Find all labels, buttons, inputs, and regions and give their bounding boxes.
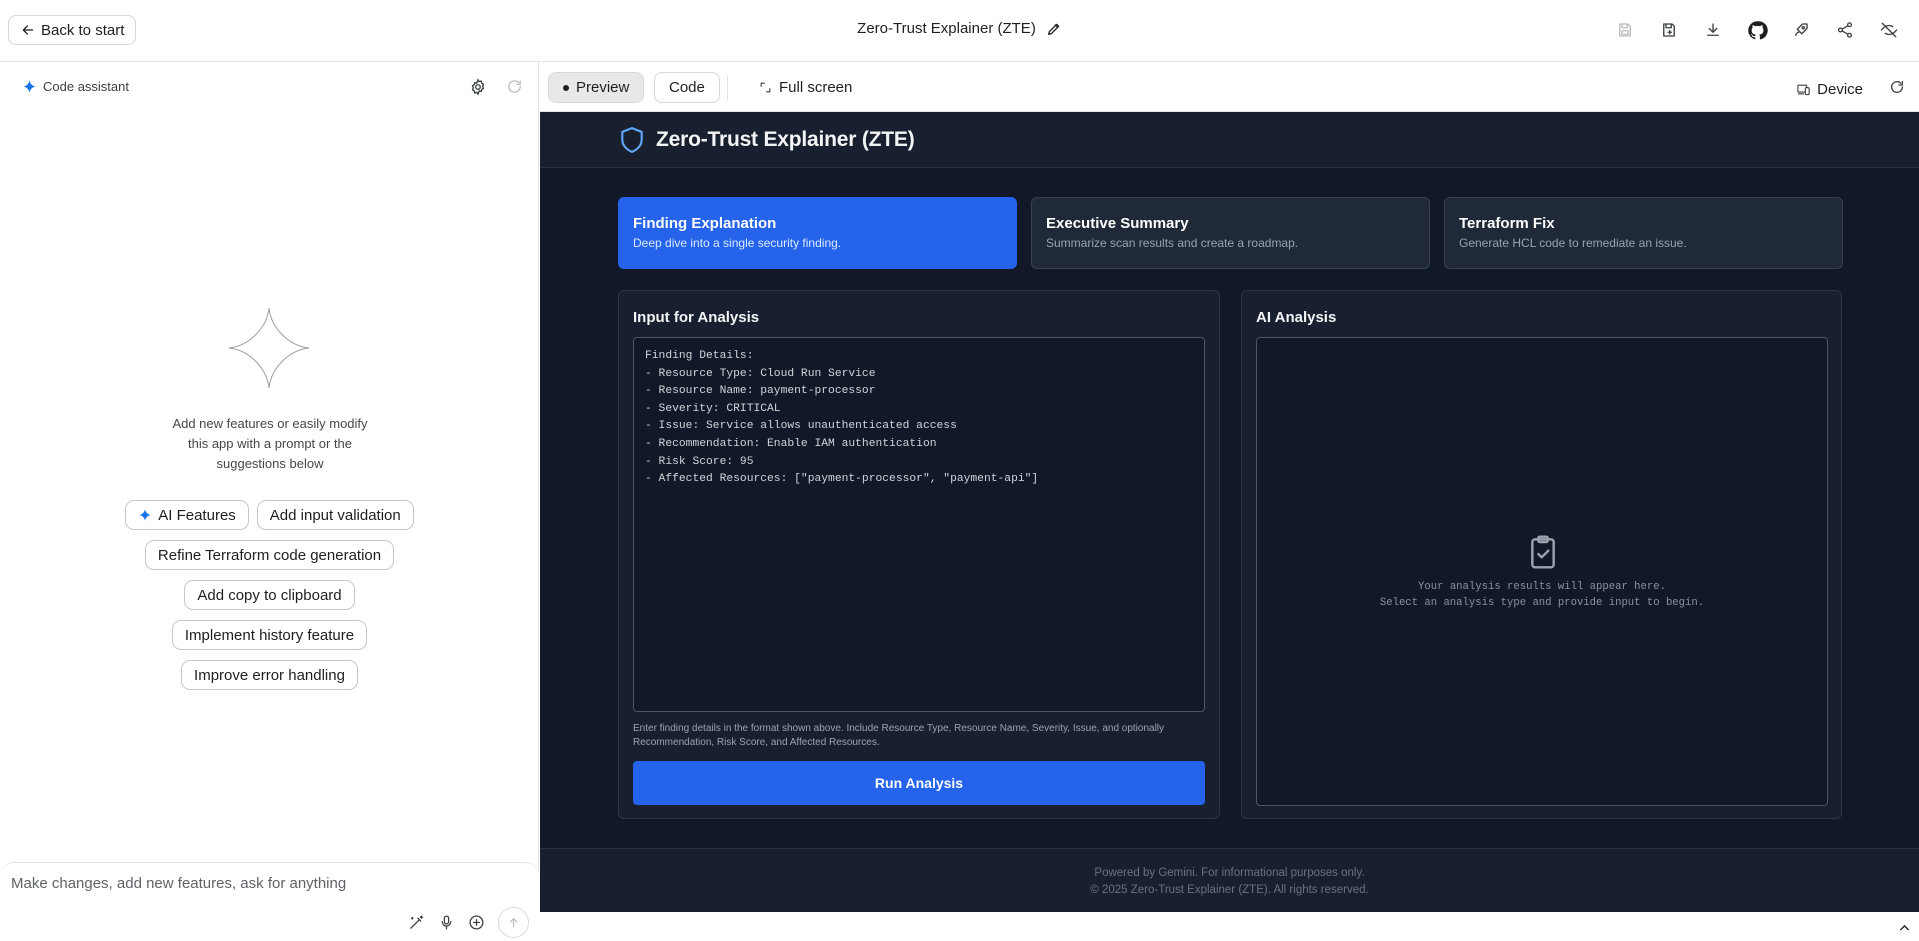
send-button[interactable]	[498, 907, 529, 938]
back-to-start-label: Back to start	[41, 21, 125, 39]
save-button[interactable]	[1603, 16, 1647, 44]
chip-label: AI Features	[158, 506, 236, 524]
prompt-composer	[0, 862, 539, 941]
full-screen-button[interactable]: Full screen	[745, 72, 866, 103]
refresh-icon[interactable]	[506, 78, 523, 95]
chip-implement-history[interactable]: Implement history feature	[171, 620, 368, 650]
assistant-title: Code assistant	[43, 79, 129, 94]
arrow-up-icon	[509, 917, 518, 928]
suggestion-chips: AI Features Add input validation Refine …	[0, 500, 539, 690]
empty-state-message: Your analysis results will appear here. …	[1257, 580, 1827, 611]
device-button[interactable]: Device	[1796, 81, 1863, 98]
app-title: Zero-Trust Explainer (ZTE)	[857, 20, 1036, 37]
empty-state-line-1: Your analysis results will appear here.	[1418, 581, 1666, 593]
input-panel: Input for Analysis Enter finding details…	[618, 290, 1220, 819]
mode-title: Executive Summary	[1046, 215, 1189, 232]
chevron-up-icon[interactable]	[1898, 921, 1911, 934]
download-button[interactable]	[1691, 16, 1735, 44]
run-analysis-button[interactable]: Run Analysis	[633, 761, 1205, 805]
input-panel-title: Input for Analysis	[633, 309, 760, 326]
output-panel-title: AI Analysis	[1256, 309, 1337, 326]
hide-icon	[1880, 22, 1898, 38]
shield-icon	[621, 127, 643, 153]
analysis-output-box: Your analysis results will appear here. …	[1256, 337, 1828, 806]
mode-executive-summary[interactable]: Executive Summary Summarize scan results…	[1031, 197, 1430, 269]
tab-code-label: Code	[669, 79, 705, 96]
share-button[interactable]	[1823, 16, 1867, 44]
chip-ai-features[interactable]: AI Features	[125, 500, 249, 530]
empty-state-line-2: Select an analysis type and provide inpu…	[1379, 596, 1705, 609]
active-dot	[563, 84, 569, 91]
microphone-icon[interactable]	[438, 914, 455, 931]
save-icon	[1619, 23, 1631, 37]
save-copy-button[interactable]	[1647, 16, 1691, 44]
mode-finding-explanation[interactable]: Finding Explanation Deep dive into a sin…	[618, 197, 1017, 269]
sparkle-icon	[139, 509, 152, 521]
assistant-header: Code assistant	[22, 79, 129, 94]
footer-powered-by: Powered by Gemini. For informational pur…	[1094, 867, 1365, 879]
download-icon	[1707, 23, 1719, 36]
output-panel: AI Analysis Your analysis results will a…	[1241, 290, 1842, 819]
bottom-strip	[540, 912, 1919, 941]
mode-title: Terraform Fix	[1459, 215, 1555, 232]
chip-label: Improve error handling	[194, 666, 345, 684]
mode-title: Finding Explanation	[633, 215, 777, 232]
mode-description: Deep dive into a single security finding…	[633, 236, 842, 250]
mode-description: Generate HCL code to remediate an issue.	[1459, 236, 1687, 250]
edit-title-icon[interactable]	[1046, 21, 1062, 37]
tab-preview-label: Preview	[576, 79, 630, 96]
input-help-text: Enter finding details in the format show…	[633, 723, 1165, 748]
clipboard-check-icon	[1531, 535, 1555, 569]
chip-refine-terraform[interactable]: Refine Terraform code generation	[144, 540, 395, 570]
chip-add-input-validation[interactable]: Add input validation	[256, 500, 414, 530]
tab-code[interactable]: Code	[654, 72, 720, 103]
chip-add-copy-to-clipboard[interactable]: Add copy to clipboard	[184, 580, 355, 610]
hide-button[interactable]	[1867, 16, 1911, 44]
chip-improve-error-handling[interactable]: Improve error handling	[181, 660, 358, 690]
reload-icon[interactable]	[1889, 79, 1905, 95]
footer-copyright: © 2025 Zero-Trust Explainer (ZTE). All r…	[1090, 884, 1369, 896]
settings-gear-icon[interactable]	[469, 78, 487, 96]
chip-row: AI Features Add input validation	[125, 500, 414, 530]
chip-label: Refine Terraform code generation	[157, 546, 382, 564]
app-footer: Powered by Gemini. For informational pur…	[540, 848, 1919, 912]
chip-label: Add input validation	[269, 506, 401, 524]
chip-label: Add copy to clipboard	[197, 586, 342, 604]
top-actions	[1603, 16, 1911, 44]
sparkle-icon	[23, 80, 36, 93]
prompt-input[interactable]	[11, 875, 511, 892]
mode-description: Summarize scan results and create a road…	[1046, 236, 1299, 250]
toolbar-divider	[727, 76, 728, 100]
app-preview: Zero-Trust Explainer (ZTE) Finding Expla…	[540, 112, 1919, 912]
share-icon	[1837, 22, 1853, 38]
full-screen-label: Full screen	[779, 79, 853, 96]
expand-icon	[760, 82, 771, 93]
device-label: Device	[1817, 81, 1863, 98]
magic-wand-icon[interactable]	[408, 914, 425, 931]
arrow-left-icon	[22, 25, 34, 35]
code-assistant-panel: Code assistant Add new features or easil…	[0, 62, 539, 941]
finding-input-textarea[interactable]	[633, 337, 1205, 712]
prompt-tools	[408, 907, 529, 938]
deploy-button[interactable]	[1779, 16, 1823, 44]
add-circle-icon[interactable]	[468, 914, 485, 931]
github-button[interactable]	[1735, 16, 1779, 44]
mode-terraform-fix[interactable]: Terraform Fix Generate HCL code to remed…	[1444, 197, 1843, 269]
app-header: Zero-Trust Explainer (ZTE)	[540, 112, 1919, 168]
chip-label: Implement history feature	[184, 626, 355, 644]
devices-icon	[1797, 84, 1810, 96]
assistant-hint: Add new features or easily modify this a…	[172, 416, 368, 471]
tab-preview[interactable]: Preview	[548, 72, 645, 103]
github-icon	[1747, 20, 1768, 39]
deploy-rocket-icon	[1795, 23, 1808, 36]
save-copy-icon	[1663, 23, 1675, 37]
app-header-title: Zero-Trust Explainer (ZTE)	[656, 128, 915, 151]
top-bar: Back to start Zero-Trust Explainer (ZTE)	[0, 0, 1919, 62]
preview-toolbar: Preview Code Full screen Device	[540, 62, 1919, 112]
large-sparkle-icon	[228, 307, 310, 389]
back-to-start-button[interactable]: Back to start	[8, 15, 137, 45]
